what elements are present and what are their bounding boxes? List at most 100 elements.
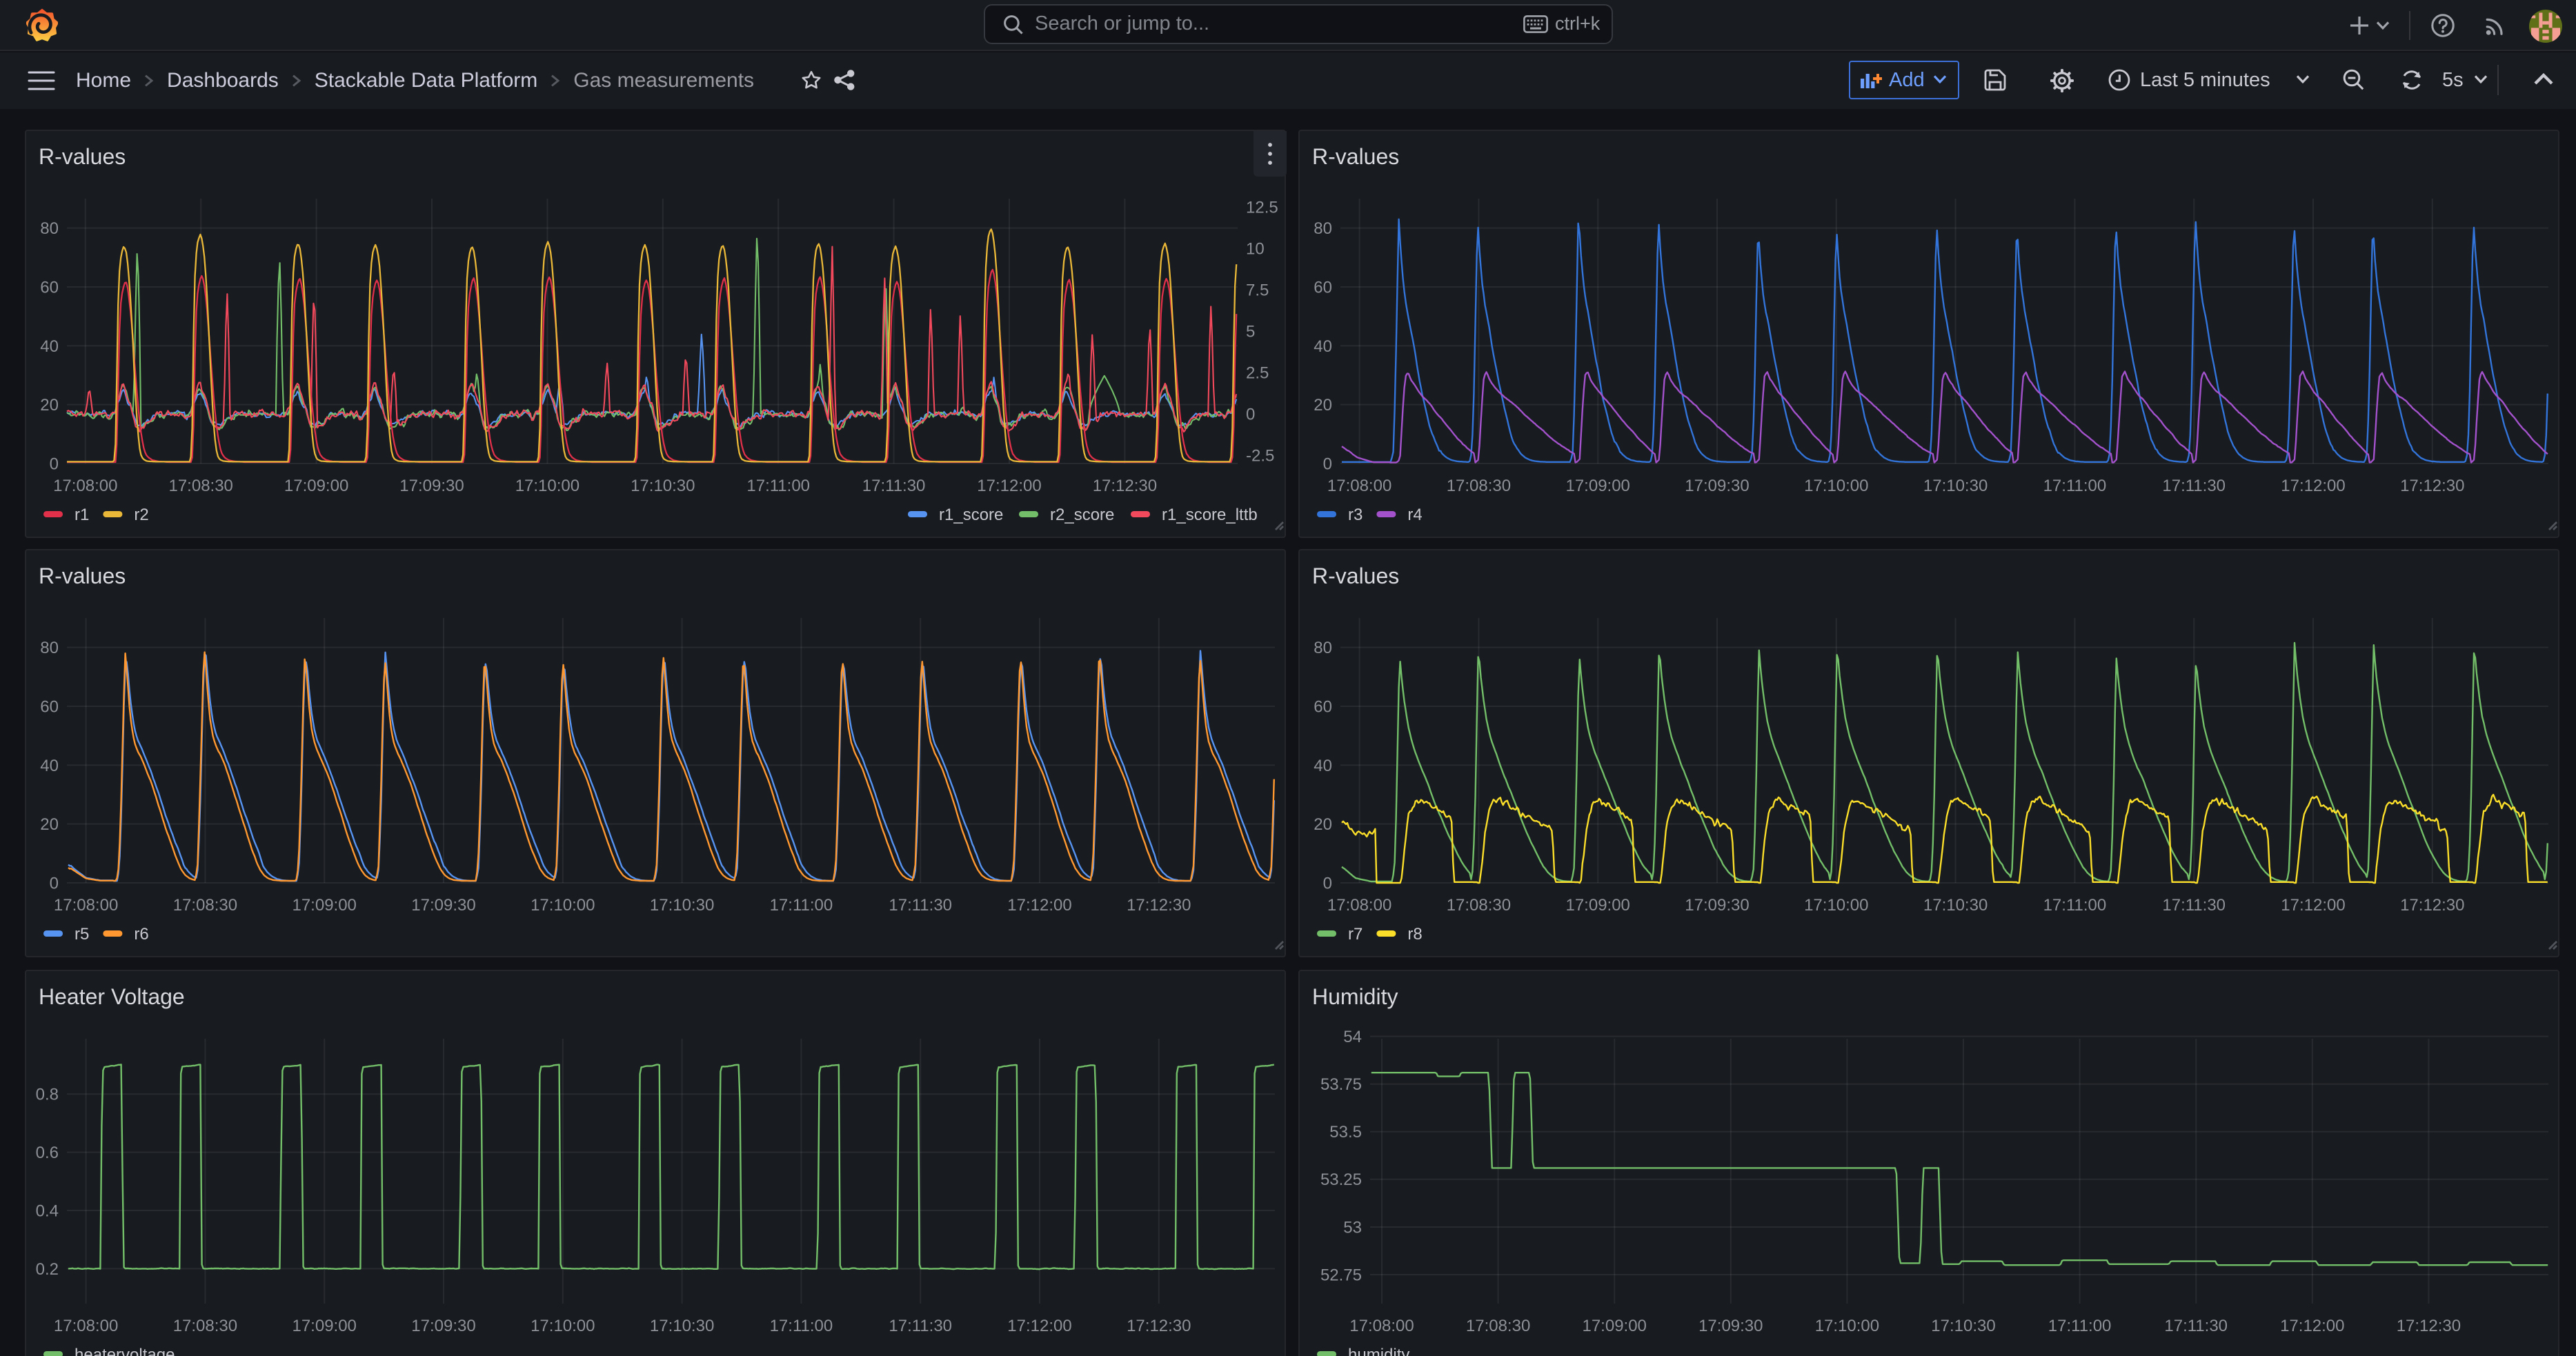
svg-text:R-values: R-values	[39, 144, 126, 169]
svg-text:52.75: 52.75	[1320, 1266, 1362, 1284]
svg-text:17:10:30: 17:10:30	[650, 896, 714, 915]
svg-text:17:08:00: 17:08:00	[53, 477, 117, 495]
svg-text:17:08:00: 17:08:00	[1327, 477, 1391, 495]
svg-text:17:10:00: 17:10:00	[531, 1317, 595, 1335]
svg-text:10: 10	[1246, 239, 1265, 258]
svg-text:17:11:30: 17:11:30	[2162, 477, 2226, 495]
svg-text:60: 60	[40, 278, 59, 297]
svg-text:17:10:30: 17:10:30	[650, 1317, 714, 1335]
svg-text:17:11:30: 17:11:30	[889, 1317, 952, 1335]
svg-text:80: 80	[1314, 219, 1332, 238]
svg-text:12.5: 12.5	[1246, 198, 1278, 217]
svg-text:r7: r7	[1348, 925, 1363, 944]
svg-text:R-values: R-values	[1312, 144, 1399, 169]
svg-text:0: 0	[1323, 455, 1332, 473]
svg-text:17:11:00: 17:11:00	[2043, 896, 2107, 915]
svg-text:17:11:00: 17:11:00	[770, 1317, 833, 1335]
svg-text:80: 80	[1314, 639, 1332, 657]
svg-text:r4: r4	[1407, 506, 1422, 524]
svg-text:r2_score: r2_score	[1050, 506, 1114, 524]
svg-text:17:10:00: 17:10:00	[531, 896, 595, 915]
svg-text:17:11:30: 17:11:30	[2164, 1317, 2228, 1335]
svg-text:17:08:00: 17:08:00	[1327, 896, 1391, 915]
svg-text:17:10:30: 17:10:30	[1931, 1317, 1995, 1335]
svg-text:60: 60	[1314, 697, 1332, 716]
svg-text:17:12:00: 17:12:00	[2281, 896, 2345, 915]
svg-text:17:08:30: 17:08:30	[173, 1317, 237, 1335]
svg-text:Humidity: Humidity	[1312, 984, 1398, 1009]
svg-text:r8: r8	[1407, 925, 1422, 944]
svg-text:17:08:30: 17:08:30	[1447, 477, 1511, 495]
svg-text:17:09:00: 17:09:00	[1565, 477, 1629, 495]
svg-text:17:10:00: 17:10:00	[1815, 1317, 1879, 1335]
svg-text:2.5: 2.5	[1246, 363, 1269, 382]
svg-text:17:09:30: 17:09:30	[399, 477, 464, 495]
svg-text:17:09:00: 17:09:00	[284, 477, 348, 495]
svg-text:17:10:00: 17:10:00	[1804, 477, 1868, 495]
svg-text:53: 53	[1343, 1218, 1362, 1237]
svg-text:17:09:00: 17:09:00	[292, 896, 356, 915]
svg-text:-2.5: -2.5	[1246, 446, 1274, 465]
svg-text:80: 80	[40, 219, 59, 238]
svg-text:20: 20	[1314, 815, 1332, 834]
svg-text:40: 40	[1314, 757, 1332, 775]
svg-text:17:10:30: 17:10:30	[631, 477, 695, 495]
svg-text:humidity: humidity	[1348, 1346, 1409, 1356]
svg-text:r6: r6	[134, 925, 148, 944]
svg-text:20: 20	[1314, 396, 1332, 415]
svg-text:20: 20	[40, 396, 59, 415]
svg-text:17:12:30: 17:12:30	[2397, 1317, 2461, 1335]
svg-text:r1_score: r1_score	[939, 506, 1003, 524]
svg-text:53.75: 53.75	[1320, 1075, 1362, 1094]
svg-text:17:09:00: 17:09:00	[292, 1317, 356, 1335]
svg-text:17:12:30: 17:12:30	[2400, 896, 2464, 915]
svg-text:17:08:30: 17:08:30	[1466, 1317, 1530, 1335]
svg-text:17:11:30: 17:11:30	[862, 477, 926, 495]
svg-text:80: 80	[40, 639, 59, 657]
svg-text:0: 0	[1323, 874, 1332, 893]
svg-text:17:12:30: 17:12:30	[1093, 477, 1157, 495]
svg-text:40: 40	[40, 337, 59, 356]
svg-text:40: 40	[1314, 337, 1332, 356]
svg-text:17:09:30: 17:09:30	[1685, 477, 1749, 495]
svg-text:54: 54	[1343, 1028, 1362, 1046]
svg-text:17:11:30: 17:11:30	[2162, 896, 2226, 915]
svg-text:17:09:30: 17:09:30	[411, 896, 475, 915]
svg-text:17:09:30: 17:09:30	[411, 1317, 475, 1335]
svg-text:0: 0	[50, 455, 59, 473]
svg-text:17:11:00: 17:11:00	[2043, 477, 2107, 495]
svg-text:17:10:30: 17:10:30	[1923, 896, 1988, 915]
svg-text:r2: r2	[134, 506, 148, 524]
svg-text:17:11:30: 17:11:30	[889, 896, 952, 915]
svg-text:heatervoltage: heatervoltage	[75, 1346, 175, 1356]
svg-text:17:11:00: 17:11:00	[2048, 1317, 2112, 1335]
svg-text:r1: r1	[75, 506, 89, 524]
svg-text:17:09:30: 17:09:30	[1685, 896, 1749, 915]
svg-text:53.5: 53.5	[1329, 1123, 1362, 1141]
svg-text:17:12:30: 17:12:30	[2400, 477, 2464, 495]
svg-text:r1_score_lttb: r1_score_lttb	[1162, 506, 1258, 524]
svg-text:17:10:00: 17:10:00	[1804, 896, 1868, 915]
svg-text:17:08:30: 17:08:30	[173, 896, 237, 915]
svg-text:r3: r3	[1348, 506, 1363, 524]
svg-text:17:09:30: 17:09:30	[1698, 1317, 1763, 1335]
svg-text:Heater Voltage: Heater Voltage	[39, 984, 185, 1009]
svg-text:0.8: 0.8	[36, 1086, 59, 1104]
svg-text:0.4: 0.4	[36, 1202, 59, 1220]
svg-text:R-values: R-values	[1312, 564, 1399, 588]
svg-text:0.6: 0.6	[36, 1144, 59, 1162]
svg-text:40: 40	[40, 757, 59, 775]
svg-text:R-values: R-values	[39, 564, 126, 588]
svg-text:17:12:00: 17:12:00	[1007, 1317, 1071, 1335]
svg-text:60: 60	[40, 697, 59, 716]
svg-text:7.5: 7.5	[1246, 281, 1269, 299]
svg-text:17:12:00: 17:12:00	[1007, 896, 1071, 915]
svg-text:17:08:30: 17:08:30	[1447, 896, 1511, 915]
svg-text:r5: r5	[75, 925, 89, 944]
svg-text:17:08:00: 17:08:00	[54, 1317, 118, 1335]
svg-text:0: 0	[1246, 405, 1255, 423]
svg-text:5: 5	[1246, 322, 1255, 341]
svg-text:17:11:00: 17:11:00	[746, 477, 810, 495]
svg-text:17:08:30: 17:08:30	[168, 477, 232, 495]
svg-text:17:12:00: 17:12:00	[2281, 477, 2345, 495]
